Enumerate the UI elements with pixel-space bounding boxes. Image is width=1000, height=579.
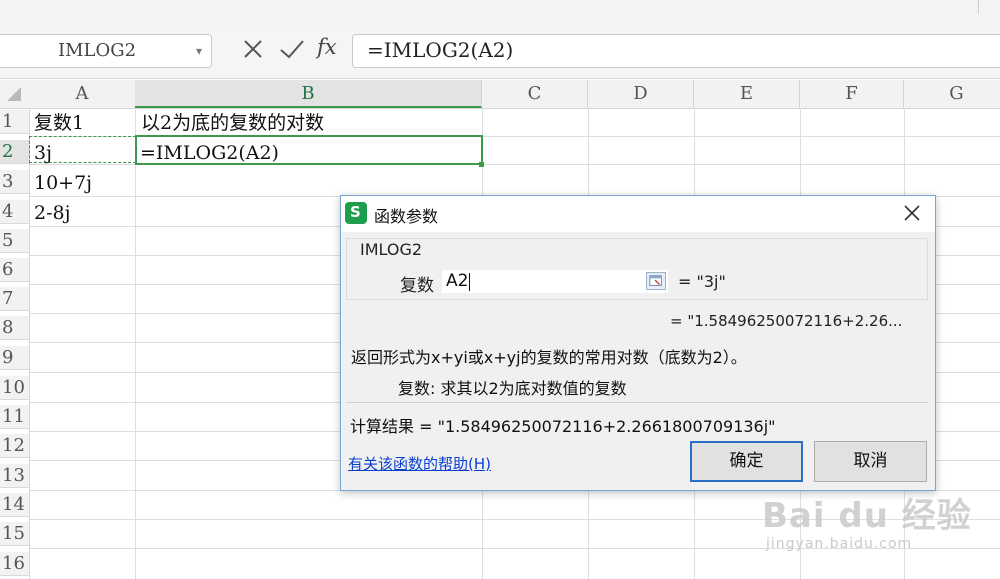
watermark-url: jingyan.baidu.com: [766, 536, 913, 552]
name-box-value: IMLOG2: [58, 40, 137, 61]
column-header-e[interactable]: E: [694, 80, 800, 108]
grid-line: [135, 108, 136, 579]
cell-a1[interactable]: 复数1: [34, 111, 84, 135]
cell-b1[interactable]: 以2为底的复数的对数: [141, 111, 324, 135]
row-header-5[interactable]: 5: [0, 229, 29, 253]
row-header-16[interactable]: 16: [0, 552, 29, 576]
row-header-7[interactable]: 7: [0, 287, 29, 311]
row-header-1[interactable]: 1: [0, 110, 29, 134]
wps-logo-icon: S: [345, 202, 367, 224]
divider: [346, 402, 928, 403]
column-header-f[interactable]: F: [800, 80, 904, 108]
cancel-button[interactable]: 取消: [814, 441, 927, 482]
row-header-10[interactable]: 10: [0, 376, 29, 400]
cell-a3[interactable]: 10+7j: [34, 171, 92, 195]
argument-label: 复数: [400, 276, 434, 296]
formula-text: =IMLOG2(A2): [367, 38, 514, 62]
row-header-4[interactable]: 4: [0, 200, 29, 224]
column-header-c[interactable]: C: [482, 80, 588, 108]
row-header-9[interactable]: 9: [0, 346, 29, 370]
fill-handle[interactable]: [479, 162, 484, 167]
watermark-logo: Bai du 经验: [762, 496, 972, 536]
column-header-b[interactable]: B: [135, 80, 482, 108]
title-bar-strip: [0, 0, 1000, 31]
formula-preview-result: = "1.5849625007211​6+2.26...: [670, 312, 903, 330]
chevron-down-icon[interactable]: ▾: [196, 44, 202, 58]
function-description: 返回形式为x+yi或x+yj的复数的常用对数（底数为2）。: [351, 348, 747, 367]
row-header-border: [29, 108, 30, 579]
row-header-14[interactable]: 14: [0, 493, 29, 517]
text-caret: [469, 273, 470, 291]
row-header-12[interactable]: 12: [0, 434, 29, 458]
cell-a2[interactable]: 3j: [34, 141, 52, 165]
argument-input-value: A2: [446, 271, 469, 291]
row-header-6[interactable]: 6: [0, 258, 29, 282]
row-header-3[interactable]: 3: [0, 170, 29, 194]
insert-function-icon[interactable]: fx: [317, 35, 337, 59]
confirm-formula-icon[interactable]: [278, 36, 306, 62]
row-header-15[interactable]: 15: [0, 522, 29, 546]
row-header-11[interactable]: 11: [0, 405, 29, 429]
column-header-d[interactable]: D: [588, 80, 694, 108]
column-header-g[interactable]: G: [904, 80, 1000, 108]
calculation-result: 计算结果 = "1.58496250072116+2.2661800709136…: [350, 417, 776, 436]
argument-input[interactable]: [442, 270, 668, 293]
close-icon[interactable]: [902, 203, 922, 223]
dialog-title: 函数参数: [374, 207, 439, 226]
cancel-formula-icon[interactable]: [240, 36, 266, 62]
row-header-13[interactable]: 13: [0, 464, 29, 488]
function-name-label: IMLOG2: [357, 240, 426, 259]
argument-evaluated-value: = "3j": [678, 272, 726, 291]
wps-logo-letter: S: [350, 203, 361, 221]
argument-description: 复数: 求其以2为底对数值的复数: [398, 379, 627, 398]
cell-a4[interactable]: 2-8j: [34, 201, 71, 225]
range-select-icon[interactable]: [646, 272, 666, 290]
select-all-corner[interactable]: [7, 87, 21, 101]
row-header-8[interactable]: 8: [0, 316, 29, 340]
column-header-a[interactable]: A: [29, 80, 136, 108]
ok-button[interactable]: 确定: [690, 441, 803, 482]
function-help-link[interactable]: 有关该函数的帮助(H): [348, 453, 491, 474]
cell-b2[interactable]: =IMLOG2(A2): [140, 141, 279, 165]
row-header-2[interactable]: 2: [0, 140, 29, 164]
